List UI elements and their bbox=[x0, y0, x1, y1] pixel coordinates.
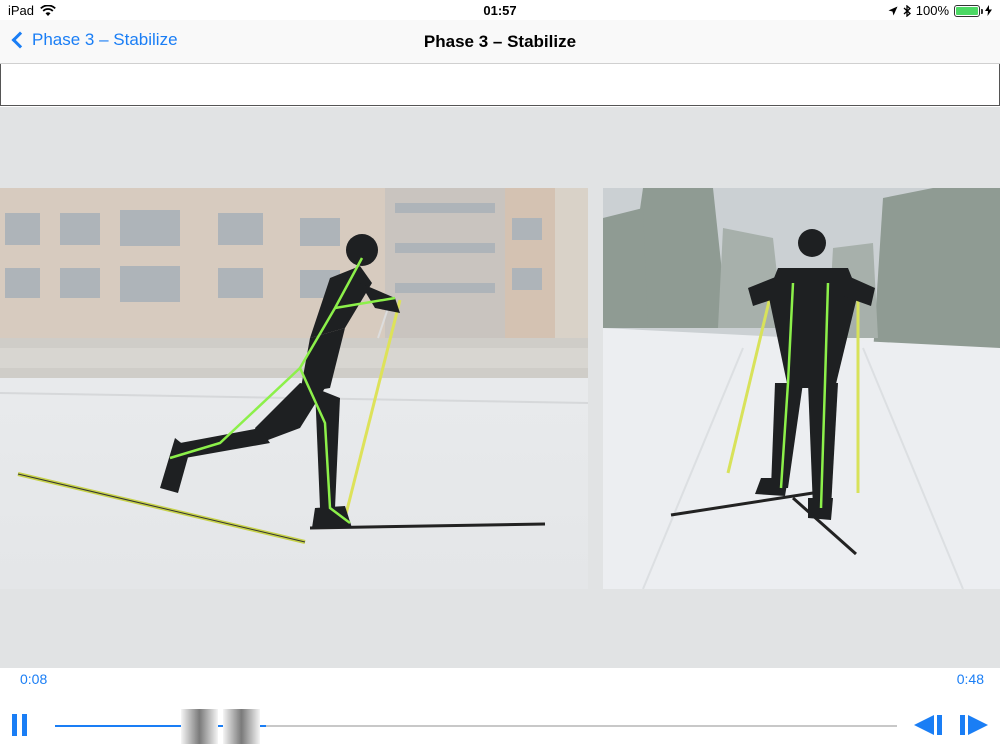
header-spacer bbox=[0, 64, 1000, 106]
pause-button[interactable] bbox=[12, 714, 28, 736]
step-backward-icon bbox=[914, 715, 942, 735]
step-forward-icon bbox=[960, 715, 988, 735]
page-title: Phase 3 – Stabilize bbox=[423, 32, 577, 51]
battery-percent: 100% bbox=[915, 3, 949, 18]
bolt-icon bbox=[985, 5, 992, 16]
pause-icon-bar bbox=[22, 714, 27, 736]
navigation-bar: Phase 3 – Stabilize Phase 3 – Stabilize bbox=[0, 20, 1000, 64]
status-bar: iPad 01:57 100% bbox=[0, 0, 1000, 20]
bluetooth-icon bbox=[903, 4, 911, 17]
app-root: iPad 01:57 100% Phase 3 – Stabilize Phas… bbox=[0, 0, 1000, 750]
playback-controls: 0:08 0:48 bbox=[0, 668, 1000, 750]
pause-icon bbox=[12, 714, 17, 736]
current-time-label: 0:08 bbox=[20, 671, 48, 687]
video-frame-side-view bbox=[0, 188, 588, 589]
duration-label: 0:48 bbox=[956, 671, 984, 687]
location-arrow-icon bbox=[888, 6, 898, 15]
scrubber-thumb[interactable] bbox=[180, 709, 218, 744]
status-right: 100% bbox=[888, 3, 992, 18]
step-backward-button[interactable] bbox=[910, 714, 944, 736]
video-player[interactable] bbox=[0, 107, 1000, 668]
video-frame-front-view bbox=[603, 188, 1000, 589]
status-time: 01:57 bbox=[483, 3, 517, 18]
step-forward-button[interactable] bbox=[958, 714, 990, 736]
scrubber-thumb-secondary[interactable] bbox=[222, 709, 260, 744]
battery-icon bbox=[954, 4, 983, 17]
